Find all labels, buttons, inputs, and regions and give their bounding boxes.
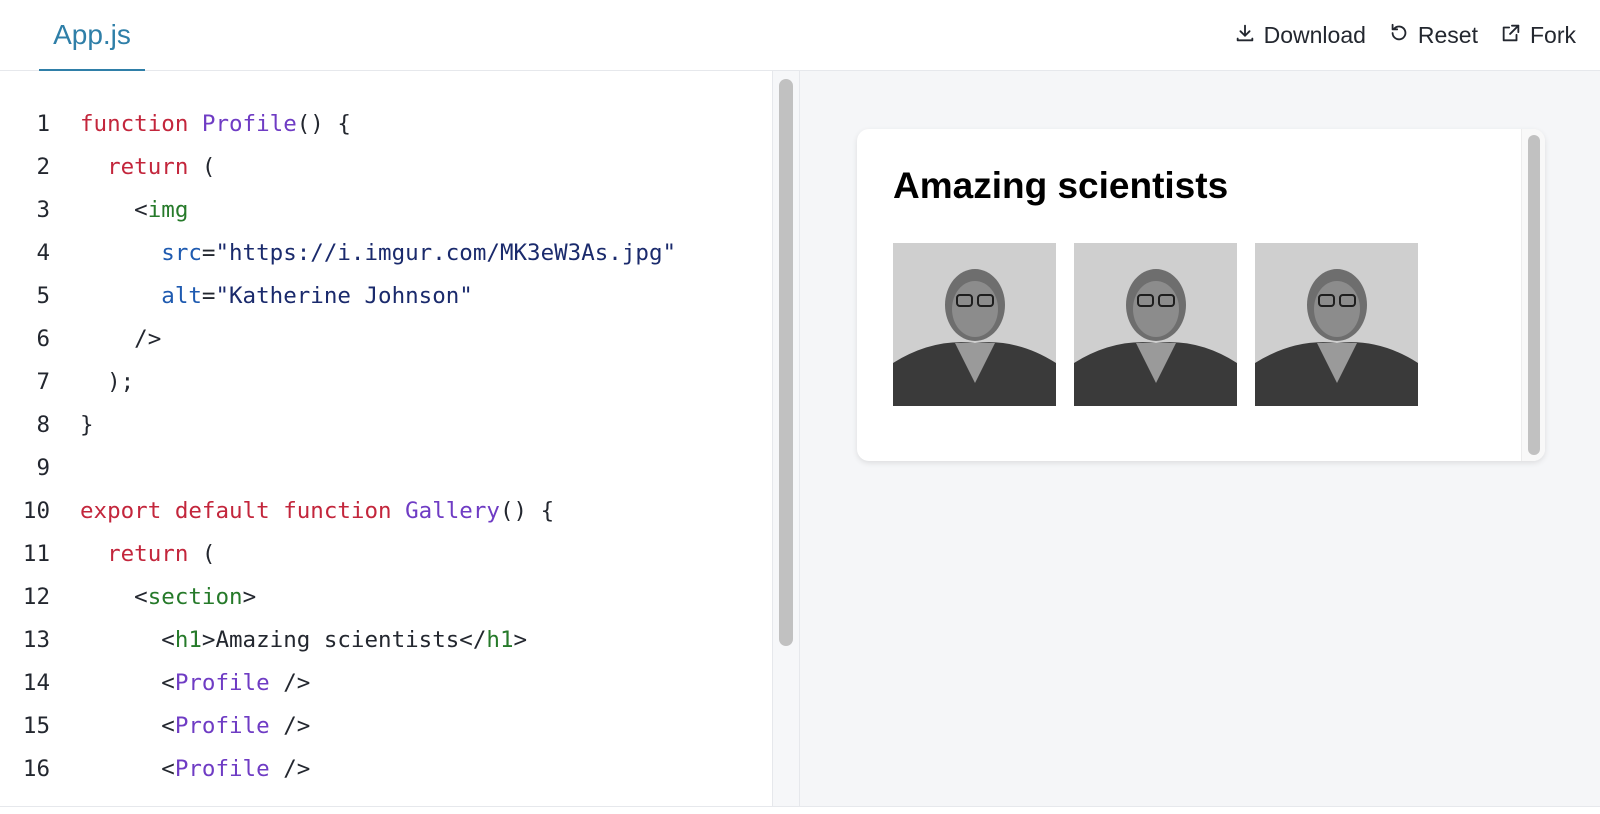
code-line: 13 <h1>Amazing scientists</h1> [0, 618, 527, 661]
fork-button[interactable]: Fork [1500, 22, 1576, 50]
code-text: <section> [80, 583, 257, 610]
code-text: export default function Gallery() { [80, 497, 555, 524]
download-button[interactable]: Download [1234, 22, 1366, 50]
code-text: alt="Katherine Johnson" [161, 282, 473, 309]
code-text: return ( [107, 540, 216, 567]
code-line: 1 function Profile() { [0, 102, 350, 145]
code-text: ); [80, 368, 135, 395]
toolbar-actions: Download Reset Fork [1234, 0, 1576, 71]
code-editor[interactable]: 1 function Profile() { 2 return ( 3 <img… [0, 71, 772, 806]
line-number: 5 [36, 282, 50, 309]
download-icon [1234, 22, 1256, 50]
fork-label: Fork [1530, 22, 1576, 48]
line-number: 3 [36, 196, 50, 223]
code-text: <Profile /> [80, 755, 311, 782]
preview-scrollbar[interactable] [1521, 129, 1545, 461]
code-text: } [80, 411, 94, 438]
tab-app-js[interactable]: App.js [39, 0, 145, 71]
code-line: 16 <Profile /> [0, 747, 310, 790]
line-number: 9 [36, 454, 50, 481]
code-line: 12 <section> [0, 575, 256, 618]
bottom-border [0, 806, 1600, 814]
line-number: 6 [36, 325, 50, 352]
profile-image [1074, 243, 1237, 406]
line-number: 8 [36, 411, 50, 438]
preview-frame: Amazing scientists [857, 129, 1545, 461]
preview-pane: Amazing scientists [800, 71, 1600, 806]
code-text: return ( [107, 153, 216, 180]
line-number: 10 [22, 497, 50, 524]
line-number: 16 [22, 755, 50, 782]
code-line: 11 return ( [0, 532, 216, 575]
line-number: 2 [36, 153, 50, 180]
code-line: 9 [0, 446, 50, 489]
code-line: 5 alt="Katherine Johnson" [0, 274, 472, 317]
editor-scrollbar[interactable] [772, 71, 800, 806]
code-line: 14 <Profile /> [0, 661, 310, 704]
download-label: Download [1263, 22, 1366, 48]
line-number: 15 [22, 712, 50, 739]
line-number: 14 [22, 669, 50, 696]
code-line: 6 /> [0, 317, 161, 360]
line-number: 7 [36, 368, 50, 395]
editor-toolbar: App.js Download Reset Fork [0, 0, 1600, 71]
preview-scrollbar-thumb[interactable] [1528, 135, 1540, 455]
code-text: <h1>Amazing scientists</h1> [80, 626, 528, 653]
code-line: 3 <img [0, 188, 188, 231]
tab-label: App.js [53, 18, 131, 50]
code-text: src="https://i.imgur.com/MK3eW3As.jpg" [161, 239, 677, 266]
external-link-icon [1500, 22, 1522, 50]
code-text: <Profile /> [80, 712, 311, 739]
reset-label: Reset [1417, 22, 1478, 48]
code-line: 15 <Profile /> [0, 704, 310, 747]
code-line: 7 ); [0, 360, 134, 403]
line-number: 4 [36, 239, 50, 266]
code-text: <img [80, 196, 189, 223]
code-line: 2 return ( [0, 145, 215, 188]
code-text: function Profile() { [80, 110, 351, 137]
code-line: 8 } [0, 403, 93, 446]
profile-image [1255, 243, 1418, 406]
reset-button[interactable]: Reset [1388, 22, 1478, 50]
preview-heading: Amazing scientists [893, 165, 1229, 206]
line-number: 13 [22, 626, 50, 653]
line-number: 12 [22, 583, 50, 610]
line-number: 11 [22, 540, 50, 567]
code-text: /> [80, 325, 162, 352]
editor-scrollbar-thumb[interactable] [779, 79, 793, 646]
code-line: 4 src="https://i.imgur.com/MK3eW3As.jpg" [0, 231, 676, 274]
code-line: 10 export default function Gallery() { [0, 489, 554, 532]
profile-image [893, 243, 1056, 406]
line-number: 1 [36, 110, 50, 137]
reset-icon [1388, 22, 1410, 50]
code-text: <Profile /> [80, 669, 311, 696]
